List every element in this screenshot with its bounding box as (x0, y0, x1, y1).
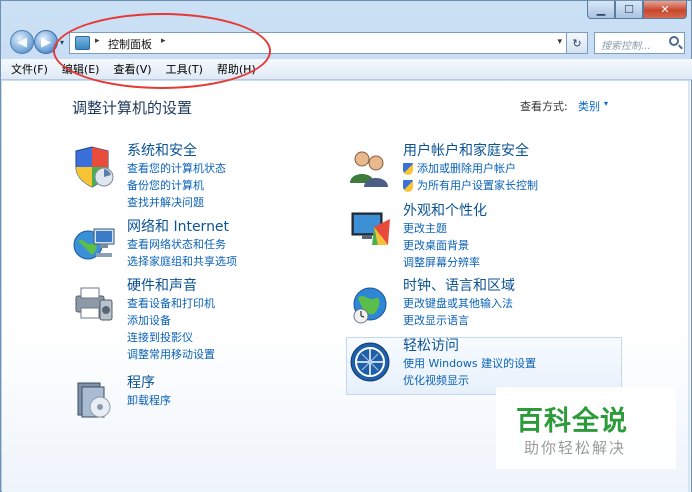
ease-of-access-icon (350, 342, 390, 382)
link-homegroup-sharing[interactable]: 选择家庭组和共享选项 (127, 253, 237, 270)
link-screen-resolution[interactable]: 调整屏幕分辨率 (403, 254, 487, 271)
watermark: 百科全说 助你轻松解决 (496, 387, 676, 469)
category-title-ease-of-access[interactable]: 轻松访问 (403, 338, 536, 355)
link-keyboard-input[interactable]: 更改键盘或其他输入法 (403, 295, 515, 312)
minimize-button[interactable]: ▁ (587, 1, 615, 19)
link-troubleshoot[interactable]: 查找并解决问题 (127, 194, 226, 211)
link-display-language[interactable]: 更改显示语言 (403, 312, 515, 329)
category-body: 外观和个性化 更改主题 更改桌面背景 调整屏幕分辨率 (403, 203, 487, 271)
category-body: 轻松访问 使用 Windows 建议的设置 优化视频显示 (403, 338, 536, 389)
uac-shield-icon (403, 179, 413, 192)
view-by-label: 查看方式: (520, 100, 568, 113)
link-add-remove-accounts[interactable]: 添加或删除用户帐户 (403, 160, 538, 177)
category-title-programs[interactable]: 程序 (127, 375, 171, 392)
link-devices-printers[interactable]: 查看设备和打印机 (127, 295, 215, 312)
search-icon[interactable] (669, 36, 679, 46)
watermark-subtitle: 助你轻松解决 (524, 439, 627, 457)
programs-box-icon (77, 382, 111, 418)
address-dropdown-icon[interactable]: ▾ (557, 37, 562, 47)
category-body: 程序 卸载程序 (127, 375, 171, 409)
forward-arrow-icon: ▶ (41, 34, 51, 50)
link-text: 为所有用户设置家长控制 (417, 179, 538, 192)
link-change-theme[interactable]: 更改主题 (403, 220, 487, 237)
category-title-hardware[interactable]: 硬件和声音 (127, 278, 215, 295)
link-desktop-background[interactable]: 更改桌面背景 (403, 237, 487, 254)
link-add-device[interactable]: 添加设备 (127, 312, 215, 329)
category-title-user-accounts[interactable]: 用户帐户和家庭安全 (403, 143, 538, 160)
view-by-dropdown[interactable]: 类别 (578, 98, 600, 114)
globe-network-icon (73, 228, 115, 260)
category-body: 系统和安全 查看您的计算机状态 备份您的计算机 查找并解决问题 (127, 143, 226, 211)
menu-file[interactable]: 文件(F) (11, 61, 48, 77)
chevron-down-icon[interactable]: ▾ (604, 99, 608, 108)
close-icon: ✕ (660, 3, 670, 16)
category-title-clock-language-region[interactable]: 时钟、语言和区域 (403, 278, 515, 295)
link-text: 添加或删除用户帐户 (417, 162, 516, 175)
shield-icon (75, 146, 114, 188)
display-palette-icon (351, 212, 390, 245)
printer-icon (75, 287, 113, 321)
link-backup-computer[interactable]: 备份您的计算机 (127, 177, 226, 194)
control-panel-window: ▁ ☐ ✕ ◀ ▶ ▾ ▸ 控制面板 ▸ ▾ ↻ 搜索控制... 文件(F) 编… (0, 0, 692, 492)
refresh-button[interactable]: ↻ (566, 32, 588, 54)
right-edge-shadow (688, 81, 690, 492)
annotation-ellipse (53, 13, 271, 89)
back-arrow-icon: ◀ (17, 34, 27, 50)
uac-shield-icon (403, 162, 413, 175)
category-body: 网络和 Internet 查看网络状态和任务 选择家庭组和共享选项 (127, 219, 237, 270)
category-title-appearance[interactable]: 外观和个性化 (403, 203, 487, 220)
back-button[interactable]: ◀ (10, 30, 34, 54)
maximize-button[interactable]: ☐ (615, 1, 643, 19)
category-title-network[interactable]: 网络和 Internet (127, 219, 237, 236)
globe-clock-icon (353, 287, 387, 324)
page-title: 调整计算机的设置 (72, 99, 193, 117)
category-title-system-security[interactable]: 系统和安全 (127, 143, 226, 160)
link-uninstall-program[interactable]: 卸载程序 (127, 392, 171, 409)
minimize-icon: ▁ (596, 3, 606, 16)
maximize-icon: ☐ (624, 3, 634, 16)
category-body: 时钟、语言和区域 更改键盘或其他输入法 更改显示语言 (403, 278, 515, 329)
users-icon (350, 151, 388, 187)
link-mobility-settings[interactable]: 调整常用移动设置 (127, 346, 215, 363)
category-body: 用户帐户和家庭安全 添加或删除用户帐户 为所有用户设置家长控制 (403, 143, 538, 194)
close-button[interactable]: ✕ (643, 1, 687, 19)
link-parental-controls[interactable]: 为所有用户设置家长控制 (403, 177, 538, 194)
refresh-icon: ↻ (572, 36, 582, 50)
category-body: 硬件和声音 查看设备和打印机 添加设备 连接到投影仪 调整常用移动设置 (127, 278, 215, 363)
link-view-computer-status[interactable]: 查看您的计算机状态 (127, 160, 226, 177)
watermark-title: 百科全说 (516, 406, 628, 437)
search-placeholder: 搜索控制... (601, 41, 651, 52)
link-recommended-settings[interactable]: 使用 Windows 建议的设置 (403, 355, 536, 372)
caption-buttons: ▁ ☐ ✕ (587, 1, 687, 19)
search-input[interactable]: 搜索控制... (594, 32, 685, 54)
link-connect-projector[interactable]: 连接到投影仪 (127, 329, 215, 346)
link-network-status[interactable]: 查看网络状态和任务 (127, 236, 237, 253)
